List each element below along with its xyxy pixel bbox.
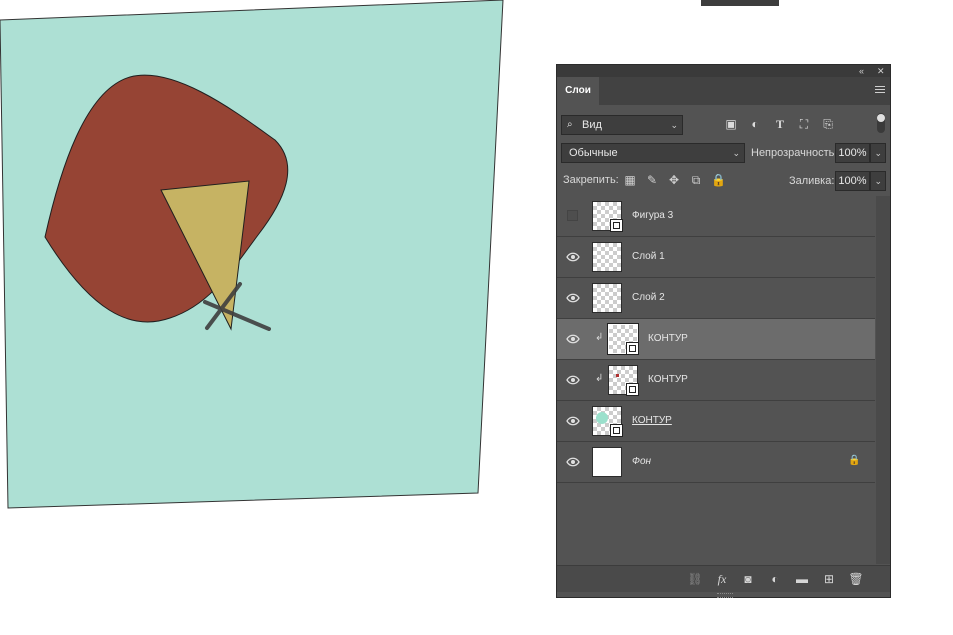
layer-row-figura-3[interactable]: Фигура 3	[557, 196, 875, 237]
new-layer-icon[interactable]: ⊞	[821, 571, 837, 587]
type-filter-icon[interactable]: T	[773, 117, 787, 131]
search-icon: ⌕	[567, 119, 573, 130]
layer-row-sloy-2[interactable]: Слой 2	[557, 278, 875, 319]
layer-thumbnail	[592, 447, 622, 477]
lock-paint-icon[interactable]: ✎	[645, 173, 659, 187]
eye-icon[interactable]	[566, 250, 580, 264]
fill-field[interactable]: 100%	[835, 171, 870, 191]
opacity-field[interactable]: 100%	[835, 143, 870, 163]
vector-mask-icon	[626, 383, 639, 396]
fill-label: Заливка:	[789, 175, 835, 187]
hamburger-menu-icon[interactable]	[875, 86, 885, 96]
adjustment-layer-icon[interactable]: ◐	[767, 571, 783, 587]
image-filter-icon[interactable]: ▣	[724, 117, 738, 131]
chevron-down-icon: ⌄	[732, 148, 740, 158]
filter-kind-label: Вид	[582, 119, 602, 131]
layer-thumbnail	[608, 365, 639, 396]
layer-name[interactable]: КОНТУР	[632, 413, 672, 429]
lock-transparent-icon[interactable]: ▦	[623, 173, 637, 187]
teal-preview	[596, 412, 608, 424]
smart-object-filter-icon[interactable]: ⎘	[821, 117, 835, 131]
lock-label: Закрепить:	[563, 174, 619, 186]
layer-thumbnail	[592, 283, 622, 313]
blend-mode-select[interactable]: Обычные ⌄	[561, 143, 745, 163]
eye-icon[interactable]	[566, 332, 580, 346]
double-chevron-left-icon[interactable]: «	[859, 65, 864, 77]
lock-all-icon[interactable]: 🔒	[711, 173, 726, 187]
vector-mask-icon	[626, 342, 639, 355]
lock-icon[interactable]: 🔒	[848, 455, 862, 469]
lock-move-icon[interactable]: ✥	[667, 173, 681, 187]
layer-name[interactable]: Слой 1	[632, 249, 665, 265]
blend-mode-value: Обычные	[569, 147, 618, 159]
vector-mask-icon	[610, 219, 623, 232]
close-icon[interactable]: ✕	[877, 65, 885, 77]
lock-artboard-icon[interactable]: ⧉	[689, 173, 703, 187]
layer-name[interactable]: КОНТУР	[648, 372, 688, 388]
vector-mask-icon	[610, 424, 623, 437]
add-mask-icon[interactable]: ◙	[740, 571, 756, 587]
layers-list: Фигура 3 Слой 1 Слой 2 ↲ КОНТУР ↲ КОНТУР	[557, 196, 875, 485]
eye-icon[interactable]	[566, 414, 580, 428]
resize-grip[interactable]	[717, 593, 733, 598]
clipping-arrow-icon: ↲	[595, 373, 604, 384]
layer-name[interactable]: Фон	[632, 454, 651, 470]
layer-row-fon[interactable]: Фон 🔒	[557, 442, 875, 483]
opacity-value: 100%	[838, 147, 867, 159]
chevron-down-icon: ⌄	[874, 148, 882, 158]
tab-layers[interactable]: Слои	[557, 77, 599, 105]
layers-bottom-toolbar: ⛓ fx ◙ ◐ ▬ ⊞ 🗑	[557, 565, 890, 592]
layer-thumbnail	[592, 242, 622, 272]
layer-thumbnail	[607, 323, 639, 355]
eye-icon[interactable]	[566, 291, 580, 305]
red-dot-preview	[616, 374, 619, 377]
opacity-dropdown-button[interactable]: ⌄	[870, 143, 886, 163]
link-layers-icon[interactable]: ⛓	[687, 571, 703, 587]
chevron-down-icon: ⌄	[874, 176, 882, 186]
layer-name[interactable]: КОНТУР	[648, 331, 688, 347]
layer-row-kontur-2[interactable]: ↲ КОНТУР	[557, 360, 875, 401]
chevron-down-icon: ⌄	[670, 120, 678, 130]
layer-filter-select[interactable]: ⌕ Вид ⌄	[561, 115, 683, 135]
fill-value: 100%	[838, 175, 867, 187]
fill-dropdown-button[interactable]: ⌄	[870, 171, 886, 191]
eye-icon[interactable]	[566, 373, 580, 387]
filter-toggle-switch[interactable]	[877, 113, 885, 133]
clipping-arrow-icon: ↲	[595, 332, 604, 343]
layer-name[interactable]: Слой 2	[632, 290, 665, 306]
panel-tab-bar: Слои	[557, 77, 890, 105]
adjustment-filter-icon[interactable]: ◐	[748, 117, 762, 131]
panel-title-bar[interactable]: « ✕	[557, 65, 890, 77]
layers-panel: « ✕ Слои ⌕ Вид ⌄ ▣ ◐ T ⛶ ⎘ Обычные ⌄ Неп…	[556, 64, 891, 598]
layer-row-kontur-3[interactable]: КОНТУР	[557, 401, 875, 442]
layer-name[interactable]: Фигура 3	[632, 208, 673, 224]
shape-filter-icon[interactable]: ⛶	[797, 117, 811, 131]
layer-thumbnail	[592, 406, 623, 437]
eye-icon[interactable]	[566, 455, 580, 469]
layer-thumbnail	[592, 201, 623, 232]
trash-icon[interactable]: 🗑	[848, 571, 864, 587]
opacity-label: Непрозрачность:	[751, 147, 838, 159]
document-tab-strip	[701, 0, 779, 6]
layer-row-sloy-1[interactable]: Слой 1	[557, 237, 875, 278]
layers-scrollbar[interactable]	[876, 196, 890, 564]
fx-icon[interactable]: fx	[714, 571, 730, 587]
layer-row-kontur-selected[interactable]: ↲ КОНТУР	[557, 319, 875, 360]
visibility-toggle-off[interactable]	[567, 210, 578, 221]
new-group-icon[interactable]: ▬	[794, 571, 810, 587]
